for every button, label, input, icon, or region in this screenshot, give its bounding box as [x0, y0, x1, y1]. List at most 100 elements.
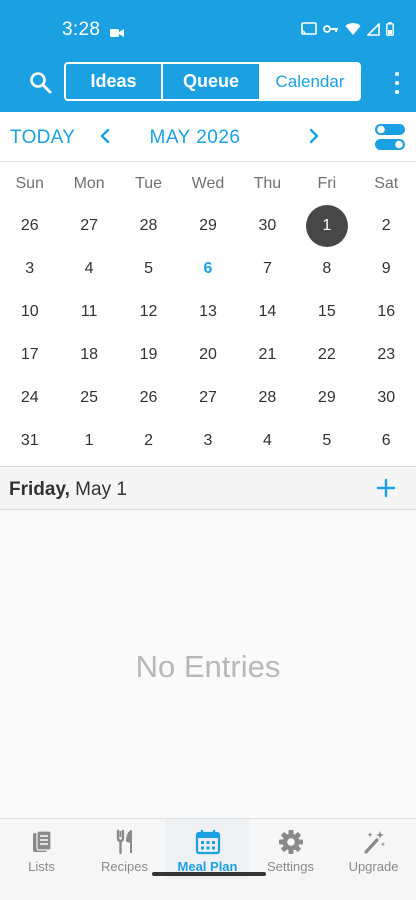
calendar-day[interactable]: 12: [119, 290, 178, 333]
calendar-day[interactable]: 10: [0, 290, 59, 333]
calendar-toggle-icon[interactable]: [374, 123, 406, 151]
app-bar: Ideas Queue Calendar: [0, 58, 416, 112]
calendar-day[interactable]: 25: [59, 376, 118, 419]
day-number: 29: [199, 216, 217, 234]
calendar-day[interactable]: 4: [59, 247, 118, 290]
day-number: 25: [80, 388, 99, 406]
day-number: 26: [20, 216, 39, 234]
calendar-day[interactable]: 26: [0, 204, 59, 247]
weekday-label: Wed: [191, 175, 225, 192]
calendar-week-row: 26 27 28 29 30 1 2: [0, 204, 416, 247]
overflow-menu-icon[interactable]: [394, 72, 400, 94]
nav-item-settings[interactable]: Settings: [249, 819, 332, 879]
calendar-day[interactable]: 29: [178, 204, 237, 247]
day-number: 4: [84, 259, 94, 277]
day-number: 7: [262, 259, 272, 277]
calendar-day[interactable]: 2: [357, 204, 416, 247]
weekday-header-row: Sun Mon Tue Wed Thu Fri Sat: [0, 162, 416, 204]
today-button[interactable]: TODAY: [10, 127, 75, 149]
calendar-day[interactable]: 30: [357, 376, 416, 419]
calendar-day[interactable]: 17: [0, 333, 59, 376]
nav-item-recipes[interactable]: Recipes: [83, 819, 166, 879]
day-number: 10: [20, 302, 39, 320]
month-calendar-grid: Sun Mon Tue Wed Thu Fri Sat 26 27 28 29 30 1 2 3 4 5 6 7 8…: [0, 162, 416, 465]
view-segmented-control: Ideas Queue Calendar: [64, 62, 361, 101]
tab-calendar[interactable]: Calendar: [261, 64, 359, 99]
nav-label-lists: Lists: [28, 859, 55, 874]
calendar-day[interactable]: 30: [238, 204, 297, 247]
day-entries-list: No Entries: [0, 510, 416, 818]
tab-ideas[interactable]: Ideas: [66, 64, 163, 99]
day-number: 29: [317, 388, 336, 406]
day-number: 27: [199, 388, 217, 406]
system-icons: [301, 22, 394, 36]
day-number: 23: [377, 345, 396, 363]
nav-item-lists[interactable]: Lists: [0, 819, 83, 879]
day-number: 6: [381, 431, 391, 449]
day-number: 28: [258, 388, 277, 406]
day-number: 19: [139, 345, 158, 363]
calendar-day[interactable]: 11: [59, 290, 118, 333]
calendar-day[interactable]: 31: [0, 419, 59, 462]
calendar-day-today[interactable]: 6: [178, 247, 237, 290]
calendar-day[interactable]: 7: [238, 247, 297, 290]
calendar-day[interactable]: 9: [357, 247, 416, 290]
calendar-day[interactable]: 20: [178, 333, 237, 376]
calendar-day[interactable]: 24: [0, 376, 59, 419]
home-indicator[interactable]: [152, 872, 266, 876]
day-number: 1: [322, 216, 332, 234]
day-number: 16: [377, 302, 396, 320]
add-entry-plus-icon[interactable]: [376, 478, 396, 498]
calendar-day[interactable]: 6: [357, 419, 416, 462]
signal-icon: [367, 22, 380, 36]
calendar-day[interactable]: 4: [238, 419, 297, 462]
weekday-label: Mon: [73, 175, 105, 192]
calendar-day[interactable]: 1: [59, 419, 118, 462]
calendar-day[interactable]: 18: [59, 333, 118, 376]
day-number: 2: [381, 216, 391, 234]
day-number: 11: [80, 302, 98, 320]
calendar-day[interactable]: 26: [119, 376, 178, 419]
calendar-day[interactable]: 3: [0, 247, 59, 290]
day-number: 15: [317, 302, 336, 320]
day-number: 9: [381, 259, 391, 277]
previous-month-chevron-icon[interactable]: [97, 126, 113, 146]
day-number: 26: [139, 388, 158, 406]
calendar-day[interactable]: 13: [178, 290, 237, 333]
calendar-day[interactable]: 16: [357, 290, 416, 333]
calendar-day[interactable]: 3: [178, 419, 237, 462]
calendar-day[interactable]: 21: [238, 333, 297, 376]
day-number: 30: [258, 216, 277, 234]
next-month-chevron-icon[interactable]: [306, 126, 322, 146]
calendar-day[interactable]: 28: [238, 376, 297, 419]
nav-item-meal-plan[interactable]: Meal Plan: [166, 819, 249, 879]
lists-icon: [29, 829, 55, 858]
calendar-day[interactable]: 27: [59, 204, 118, 247]
day-number: 5: [144, 259, 153, 277]
calendar-day[interactable]: 8: [297, 247, 356, 290]
day-number: 6: [203, 259, 213, 277]
day-number: 27: [80, 216, 99, 234]
calendar-day-selected[interactable]: 1: [297, 204, 356, 247]
calendar-day[interactable]: 2: [119, 419, 178, 462]
tab-queue[interactable]: Queue: [163, 64, 261, 99]
calendar-day[interactable]: 28: [119, 204, 178, 247]
search-icon[interactable]: [28, 70, 54, 96]
calendar-day[interactable]: 23: [357, 333, 416, 376]
calendar-day[interactable]: 19: [119, 333, 178, 376]
nav-item-upgrade[interactable]: Upgrade: [332, 819, 415, 879]
day-number: 4: [262, 431, 272, 449]
day-number: 30: [377, 388, 396, 406]
calendar-day[interactable]: 29: [297, 376, 356, 419]
calendar-day[interactable]: 15: [297, 290, 356, 333]
calendar-week-row: 31 1 2 3 4 5 6: [0, 419, 416, 462]
calendar-day[interactable]: 5: [297, 419, 356, 462]
calendar-day[interactable]: 5: [119, 247, 178, 290]
day-number: 8: [322, 259, 332, 277]
calendar-week-row: 17 18 19 20 21 22 23: [0, 333, 416, 376]
bottom-navigation: Lists Recipes Meal Plan Settings Upgrade: [0, 818, 416, 900]
calendar-day[interactable]: 27: [178, 376, 237, 419]
calendar-day[interactable]: 22: [297, 333, 356, 376]
weekday-label: Sun: [15, 175, 44, 192]
calendar-day[interactable]: 14: [238, 290, 297, 333]
